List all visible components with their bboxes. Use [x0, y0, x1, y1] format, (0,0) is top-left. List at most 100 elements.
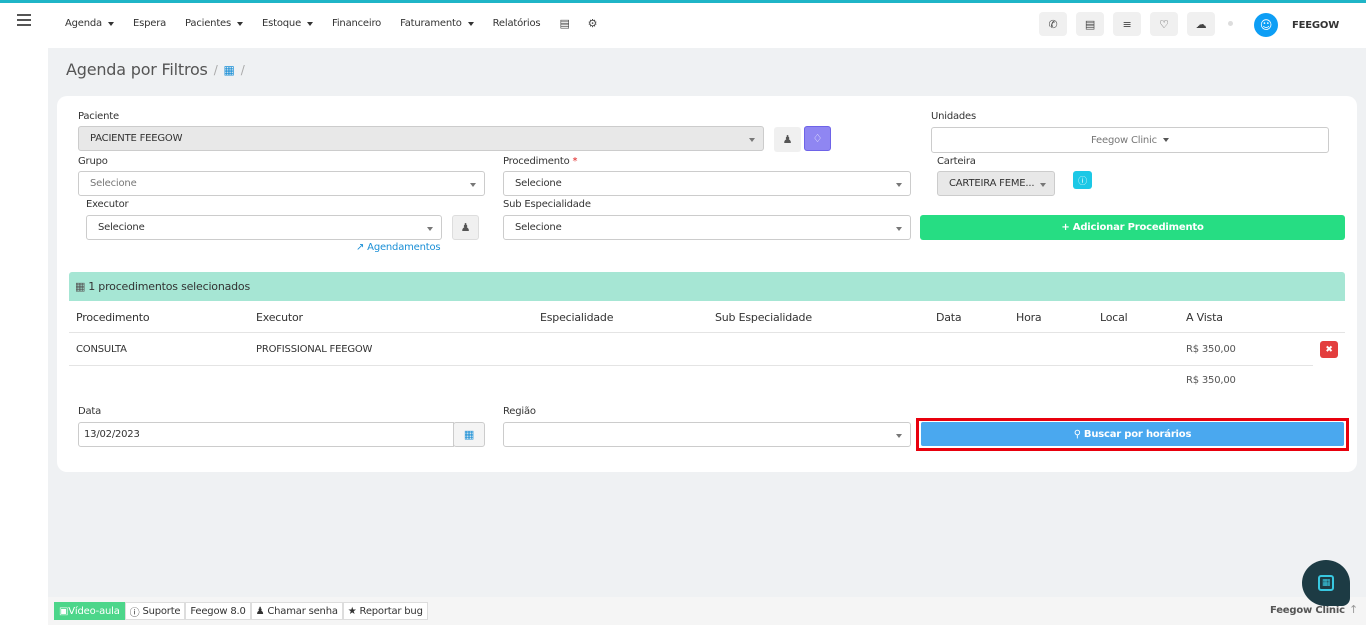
- eraser-icon: ♢: [812, 132, 823, 145]
- nav-financeiro[interactable]: Financeiro: [332, 18, 381, 29]
- required-marker: *: [572, 156, 578, 167]
- procedimento-label: Procedimento *: [503, 156, 578, 167]
- chevron-down-icon: [896, 434, 902, 438]
- user-tie-icon: ♟: [460, 221, 471, 234]
- col-data: Data: [936, 311, 962, 324]
- reportar-bug-button[interactable]: ★ Reportar bug: [342, 602, 428, 620]
- chevron-down-icon: [896, 183, 902, 187]
- date-picker-button[interactable]: ▦: [453, 422, 485, 447]
- carteira-select[interactable]: CARTEIRA FEME...: [937, 171, 1055, 196]
- arrow-up-icon[interactable]: ↑: [1349, 603, 1358, 616]
- cell-procedimento: CONSULTA: [76, 344, 127, 355]
- users-icon: ♟: [255, 605, 265, 617]
- user-icon: ♟: [782, 133, 793, 146]
- chevron-down-icon: [107, 21, 114, 26]
- col-local: Local: [1100, 311, 1128, 324]
- floating-action-button[interactable]: ▦: [1302, 560, 1350, 606]
- phone-icon[interactable]: ✆: [1039, 12, 1067, 36]
- sub-especialidade-select[interactable]: Selecione: [503, 215, 911, 240]
- nav-espera[interactable]: Espera: [133, 18, 166, 29]
- chevron-down-icon: [749, 138, 755, 142]
- video-aula-button[interactable]: ▣ Vídeo-aula: [54, 602, 125, 620]
- regiao-select[interactable]: [503, 422, 911, 447]
- status-dot: [1228, 21, 1233, 26]
- breadcrumb: Agenda por Filtros / ▦ /: [66, 60, 251, 79]
- grupo-select[interactable]: Selecione: [78, 171, 485, 196]
- footer-brand: Feegow Clinic: [1270, 605, 1345, 616]
- chevron-down-icon: [467, 21, 474, 26]
- add-procedure-button[interactable]: + Adicionar Procedimento: [920, 215, 1345, 240]
- regiao-label: Região: [503, 406, 536, 417]
- col-hora: Hora: [1016, 311, 1042, 324]
- version-label: Feegow 8.0: [185, 602, 251, 620]
- carteira-info-button[interactable]: ⓘ: [1073, 171, 1092, 189]
- gear-icon[interactable]: ⚙: [588, 17, 598, 30]
- remove-procedure-button[interactable]: ✖: [1320, 341, 1338, 358]
- data-input[interactable]: 13/02/2023: [78, 422, 454, 447]
- calendar-icon: ▦: [75, 280, 86, 293]
- col-procedimento: Procedimento: [76, 311, 150, 324]
- executor-profile-button[interactable]: ♟: [452, 215, 479, 240]
- col-especialidade: Especialidade: [540, 311, 614, 324]
- chevron-down-icon: [427, 227, 433, 231]
- procedimento-select[interactable]: Selecione: [503, 171, 911, 196]
- chevron-down-icon: [470, 183, 476, 187]
- chevron-down-icon: [237, 21, 244, 26]
- agendamentos-link[interactable]: ↗ Agendamentos: [356, 242, 441, 253]
- bug-icon: ★: [347, 605, 357, 617]
- search-schedule-button[interactable]: ⚲ Buscar por horários: [921, 422, 1344, 446]
- avatar[interactable]: ☺: [1254, 13, 1278, 37]
- checklist-icon[interactable]: ≡: [1113, 12, 1141, 36]
- total-a-vista: R$ 350,00: [1186, 375, 1236, 386]
- info-icon: ⓘ: [1078, 176, 1087, 187]
- executor-select[interactable]: Selecione: [86, 215, 442, 240]
- widget-icon: ▦: [1318, 575, 1334, 591]
- breadcrumb-separator: /: [213, 62, 218, 77]
- breadcrumb-separator: /: [240, 62, 245, 77]
- topbar-actions: ✆ ▤ ≡ ♡ ☁: [1039, 12, 1251, 36]
- paciente-label: Paciente: [78, 111, 119, 122]
- external-link-icon: ↗: [356, 242, 365, 253]
- database-icon[interactable]: ▤: [559, 17, 569, 30]
- cell-executor: PROFISSIONAL FEEGOW: [256, 344, 373, 355]
- clear-patient-button[interactable]: ♢: [804, 126, 831, 151]
- unidades-label: Unidades: [931, 111, 977, 122]
- nav-agenda[interactable]: Agenda: [65, 18, 114, 29]
- carteira-label: Carteira: [937, 156, 976, 167]
- col-sub-especialidade: Sub Especialidade: [715, 311, 812, 324]
- chevron-down-icon: [307, 21, 314, 26]
- chat-icon[interactable]: ☁: [1187, 12, 1215, 36]
- sidebar: [0, 48, 48, 625]
- nav-relatorios[interactable]: Relatórios: [493, 18, 541, 29]
- sub-especialidade-label: Sub Especialidade: [503, 199, 591, 210]
- footer-links: ▣ Vídeo-aula ⓘ Suporte Feegow 8.0 ♟ Chama…: [54, 602, 428, 620]
- divider: [69, 365, 1313, 366]
- data-label: Data: [78, 406, 102, 417]
- nav-faturamento[interactable]: Faturamento: [400, 18, 474, 29]
- chevron-down-icon: [1040, 183, 1046, 187]
- cell-a-vista: R$ 350,00: [1186, 344, 1236, 355]
- bell-icon[interactable]: ♡: [1150, 12, 1178, 36]
- unidades-select[interactable]: Feegow Clinic: [931, 127, 1329, 153]
- inbox-icon[interactable]: ▤: [1076, 12, 1104, 36]
- page-title: Agenda por Filtros: [66, 60, 208, 79]
- patient-profile-button[interactable]: ♟: [774, 127, 801, 152]
- grupo-label: Grupo: [78, 156, 108, 167]
- nav-estoque[interactable]: Estoque: [262, 18, 314, 29]
- main-nav: Agenda Espera Pacientes Estoque Financei…: [65, 17, 615, 30]
- paciente-select[interactable]: PACIENTE FEEGOW: [78, 126, 764, 151]
- calendar-icon: ▦: [463, 428, 475, 441]
- close-icon: ✖: [1325, 344, 1333, 355]
- col-a-vista: A Vista: [1186, 311, 1223, 324]
- nav-pacientes[interactable]: Pacientes: [185, 18, 244, 29]
- help-icon: ⓘ: [129, 607, 140, 619]
- chamar-senha-button[interactable]: ♟ Chamar senha: [250, 602, 343, 620]
- selected-procedures-header: ▦ 1 procedimentos selecionados: [69, 272, 1345, 301]
- suporte-button[interactable]: ⓘ Suporte: [124, 602, 186, 620]
- username[interactable]: FEEGOW: [1292, 20, 1339, 31]
- calendar-icon[interactable]: ▦: [224, 63, 235, 77]
- search-icon: ⚲: [1073, 428, 1081, 440]
- divider: [69, 332, 1345, 333]
- menu-icon[interactable]: [17, 14, 31, 26]
- chevron-down-icon: [896, 227, 902, 231]
